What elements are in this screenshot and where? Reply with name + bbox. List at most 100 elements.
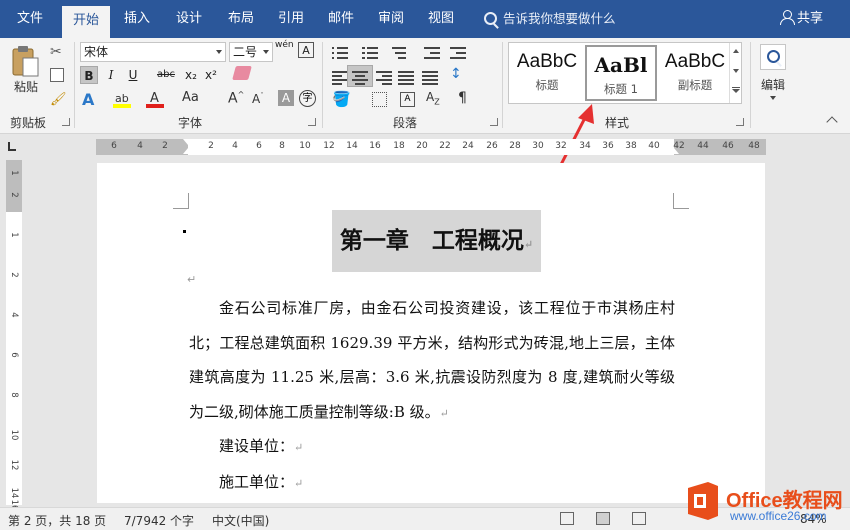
font-launcher-icon[interactable] <box>308 118 316 126</box>
bold-button[interactable]: B <box>80 66 98 84</box>
underline-button[interactable]: U <box>124 66 142 84</box>
bullets-icon[interactable] <box>332 46 348 60</box>
tab-mailings[interactable]: 邮件 <box>320 0 362 38</box>
highlight-icon[interactable]: ab <box>113 90 131 108</box>
word-count[interactable]: 7/7942 个字 <box>124 512 194 529</box>
ruler-tick-label: 1 <box>9 232 19 238</box>
tab-insert[interactable]: 插入 <box>116 0 158 38</box>
paragraph-mark: ↵ <box>523 238 534 251</box>
collapse-ribbon-icon[interactable] <box>826 116 838 128</box>
char-border-button[interactable]: A <box>298 42 314 58</box>
strikethrough-button[interactable]: abc <box>154 66 178 84</box>
builder-line[interactable]: 建设单位：↵ <box>219 435 303 456</box>
char-shading-icon[interactable]: A <box>278 90 294 106</box>
right-indent-marker[interactable] <box>669 148 679 154</box>
font-size-combo[interactable]: 二号 <box>229 42 273 62</box>
body-paragraph-content: 金石公司标准厂房，由金石公司投资建设，该工程位于市淇杨庄村北；工程总建筑面积 1… <box>189 299 675 421</box>
align-right-icon[interactable] <box>376 70 392 85</box>
contractor-line[interactable]: 施工单位：↵ <box>219 471 303 492</box>
document-page[interactable]: 第一章 工程概况↵ ↵ 金石公司标准厂房，由金石公司投资建设，该工程位于市淇杨庄… <box>97 163 765 503</box>
ruler-tick-label: 6 <box>111 141 117 151</box>
format-painter-icon[interactable]: 🖌 <box>50 92 67 107</box>
font-color-icon[interactable]: A <box>146 90 164 108</box>
vertical-ruler[interactable]: 1 2 1 2 4 6 8 10 12 14 16 <box>6 160 22 510</box>
tab-design[interactable]: 设计 <box>168 0 210 38</box>
style-subtitle[interactable]: AaBbC 副标题 <box>659 45 731 101</box>
ruler-tick-label: 46 <box>722 141 734 151</box>
tab-file[interactable]: 文件 <box>8 0 52 38</box>
page-count[interactable]: 第 2 页，共 18 页 <box>8 512 106 529</box>
text-effects-icon[interactable]: A <box>82 90 94 109</box>
styles-launcher-icon[interactable] <box>736 118 744 126</box>
font-name-combo[interactable]: 宋体 <box>80 42 226 62</box>
tab-view[interactable]: 视图 <box>420 0 462 38</box>
style-heading-1[interactable]: AaBl 标题 1 <box>585 45 657 101</box>
tab-references[interactable]: 引用 <box>270 0 312 38</box>
shading-icon[interactable]: 🪣 <box>332 90 351 108</box>
tab-review[interactable]: 审阅 <box>370 0 412 38</box>
paste-icon[interactable] <box>10 44 40 78</box>
show-marks-icon[interactable]: ¶ <box>458 90 467 106</box>
asian-layout-icon[interactable]: A <box>400 92 415 107</box>
paste-button[interactable]: 粘贴 <box>10 78 42 95</box>
tab-selector[interactable] <box>4 140 22 154</box>
align-left-icon[interactable] <box>332 70 348 85</box>
share-button[interactable]: 共享 <box>780 0 823 38</box>
superscript-button[interactable]: x² <box>202 66 220 84</box>
decrease-indent-icon[interactable] <box>424 46 440 60</box>
tab-layout[interactable]: 布局 <box>220 0 262 38</box>
gallery-scroll[interactable] <box>729 43 741 103</box>
hanging-indent-marker[interactable] <box>183 148 193 154</box>
language-indicator[interactable]: 中文(中国) <box>212 512 269 529</box>
change-case-icon[interactable]: Aa <box>182 90 199 105</box>
ruler-tick-label: 10 <box>299 141 311 151</box>
clear-format-icon[interactable] <box>232 66 252 80</box>
gallery-more-icon[interactable] <box>732 87 740 93</box>
editing-dropdown-icon[interactable] <box>770 96 776 100</box>
justify-icon[interactable] <box>398 70 414 85</box>
ruler-tick-label: 32 <box>555 141 567 151</box>
ruler-tick-label: 4 <box>137 141 143 151</box>
numbering-icon[interactable] <box>362 46 378 60</box>
paragraph-launcher-icon[interactable] <box>490 118 498 126</box>
first-line-indent-marker[interactable] <box>183 139 193 145</box>
subscript-button[interactable]: x₂ <box>182 66 200 84</box>
tab-home[interactable]: 开始 <box>62 6 110 38</box>
copy-icon[interactable] <box>50 68 64 82</box>
print-layout-icon[interactable] <box>596 512 610 525</box>
read-mode-icon[interactable] <box>560 512 574 525</box>
shrink-font-icon[interactable]: Aˇ <box>252 92 264 106</box>
increase-indent-icon[interactable] <box>450 46 466 60</box>
sort-icon[interactable]: AZ <box>426 90 440 106</box>
body-paragraph[interactable]: 金石公司标准厂房，由金石公司投资建设，该工程位于市淇杨庄村北；工程总建筑面积 1… <box>189 291 675 431</box>
web-layout-icon[interactable] <box>632 512 646 525</box>
ruler-tick-label: 24 <box>462 141 474 151</box>
borders-icon[interactable] <box>372 92 387 107</box>
contractor-label: 施工单位： <box>219 473 295 491</box>
style-title[interactable]: AaBbC 标题 <box>511 45 583 101</box>
italic-button[interactable]: I <box>102 66 120 84</box>
phonetic-guide-button[interactable]: wén <box>275 41 294 59</box>
chapter-heading[interactable]: 第一章 工程概况↵ <box>332 210 541 272</box>
ribbon-tab-bar: 文件 开始 插入 设计 布局 引用 邮件 审阅 视图 告诉我你想要做什么 共享 <box>0 0 850 38</box>
person-icon <box>780 10 795 25</box>
align-center-icon[interactable] <box>352 70 368 85</box>
clipboard-launcher-icon[interactable] <box>62 118 70 126</box>
ruler-tick-label: 18 <box>393 141 405 151</box>
editing-icon[interactable] <box>760 44 786 70</box>
grow-font-icon[interactable]: A^ <box>228 90 244 107</box>
tell-me-search[interactable]: 告诉我你想要做什么 <box>484 0 616 38</box>
paragraph-mark: ↵ <box>294 477 304 490</box>
horizontal-ruler[interactable]: 6 4 2 2 4 6 8 10 12 14 16 18 20 22 24 26 28 30 32 34 36 38 40 4… <box>96 139 766 155</box>
font-name-value: 宋体 <box>84 45 109 59</box>
line-spacing-icon[interactable]: ↕ <box>450 66 462 82</box>
gallery-down-icon[interactable] <box>733 69 739 73</box>
distributed-icon[interactable] <box>422 70 438 85</box>
gallery-up-icon[interactable] <box>733 49 739 53</box>
cut-icon[interactable]: ✂ <box>50 44 62 60</box>
svg-text:ab: ab <box>115 92 129 105</box>
editing-button[interactable]: 编辑 <box>758 76 788 93</box>
enclose-char-icon[interactable]: 字 <box>299 90 316 107</box>
multilevel-list-icon[interactable] <box>392 46 408 60</box>
styles-gallery: AaBbC 标题 AaBl 标题 1 AaBbC 副标题 <box>508 42 742 104</box>
